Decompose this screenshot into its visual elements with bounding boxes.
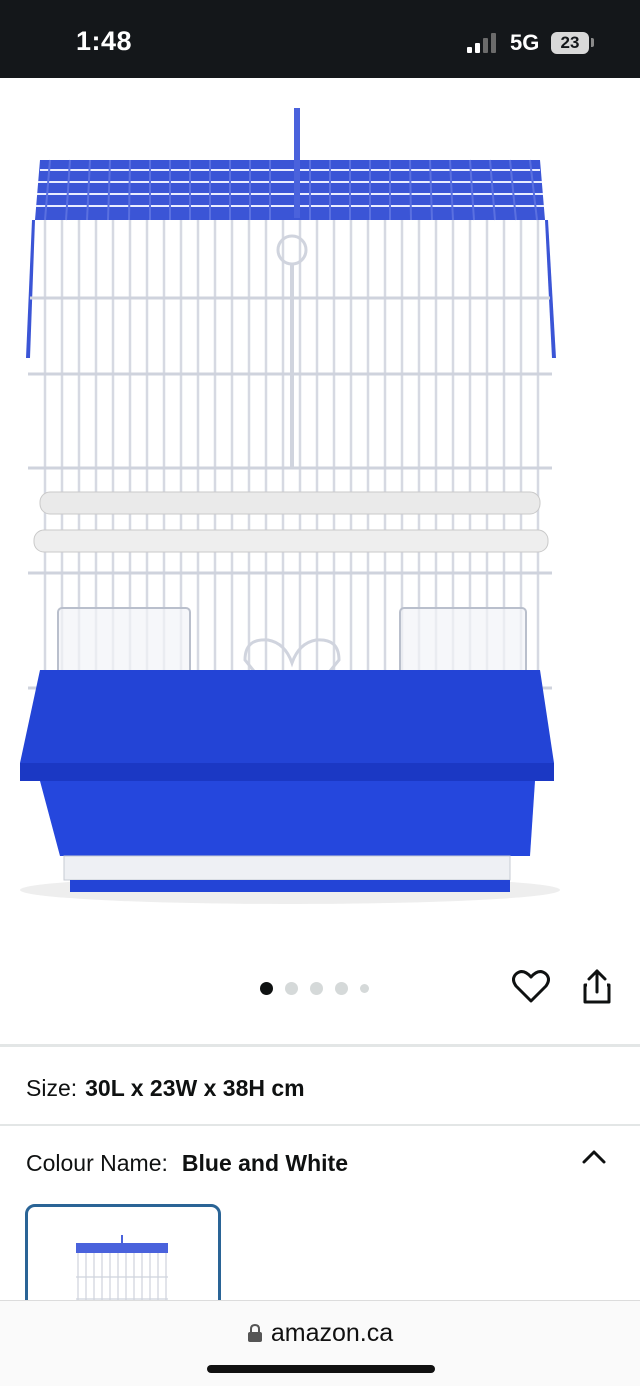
battery-icon: 23 (551, 32, 589, 54)
home-indicator[interactable] (207, 1365, 435, 1373)
carousel-dot[interactable] (335, 981, 348, 995)
battery-tip (591, 38, 594, 47)
share-icon[interactable] (580, 968, 614, 1006)
divider (0, 1124, 640, 1126)
status-time: 1:48 (76, 26, 133, 56)
carousel-dot[interactable] (310, 981, 323, 995)
section-divider (0, 1044, 640, 1047)
carousel-dot[interactable] (360, 983, 369, 993)
network-type: 5G (510, 30, 540, 55)
product-image[interactable] (0, 78, 640, 958)
url-text: amazon.ca (270, 1319, 394, 1347)
url-display[interactable]: amazon.ca (0, 1319, 640, 1348)
colour-row[interactable]: Colour Name: Blue and White (26, 1150, 348, 1177)
heart-icon[interactable] (512, 968, 550, 1004)
lock-icon (247, 1323, 262, 1342)
browser-url-bar[interactable]: amazon.ca (0, 1300, 640, 1386)
size-value: 30L x 23W x 38H cm (85, 1075, 305, 1101)
signal-icon (467, 33, 496, 53)
colour-label: Colour Name: (26, 1150, 168, 1176)
colour-value: Blue and White (181, 1150, 349, 1176)
size-label: Size: (26, 1075, 78, 1101)
carousel-dot[interactable] (285, 981, 298, 995)
size-row[interactable]: Size: 30L x 23W x 38H cm (26, 1075, 305, 1102)
status-bar: 1:48 5G 23 (0, 0, 640, 78)
carousel-dots (260, 980, 369, 996)
carousel-dot-active[interactable] (260, 981, 273, 995)
chevron-up-icon[interactable] (580, 1146, 608, 1166)
